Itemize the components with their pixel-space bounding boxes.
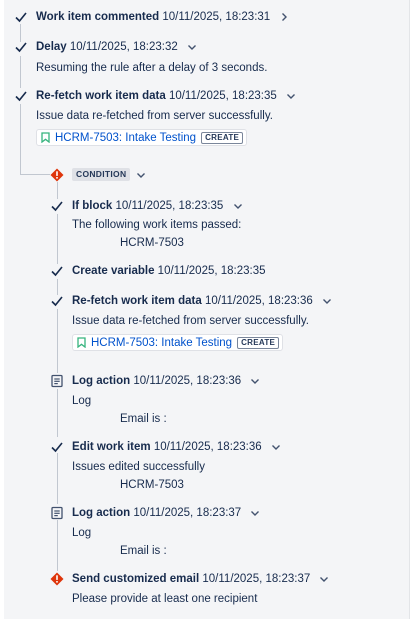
- status-badge: CREATE: [201, 131, 244, 144]
- chevron-down-icon[interactable]: [271, 442, 281, 452]
- entry-message: Please provide at least one recipient: [72, 593, 258, 605]
- entry-title: Create variable: [72, 265, 155, 277]
- check-icon: [51, 266, 63, 277]
- chevron-down-icon[interactable]: [286, 91, 296, 101]
- connector-line: [20, 56, 21, 88]
- issue-link-chip[interactable]: HCRM-7503: Intake Testing CREATE: [36, 129, 248, 146]
- entry-timestamp: 10/11/2025, 18:23:36: [204, 295, 313, 307]
- log-entry-header[interactable]: Send customized email 10/11/2025, 18:23:…: [72, 572, 329, 586]
- entry-title: Edit work item: [72, 441, 151, 453]
- log-entry-header[interactable]: Work item commented 10/11/2025, 18:23:31: [36, 10, 289, 24]
- chevron-down-icon[interactable]: [319, 574, 329, 584]
- connector-line: [20, 104, 21, 174]
- entry-message: Log: [72, 527, 92, 539]
- entry-detail: Email is :: [120, 545, 167, 557]
- log-entry-header[interactable]: Edit work item 10/11/2025, 18:23:36: [72, 440, 281, 454]
- entry-detail: HCRM-7503: [120, 479, 184, 491]
- chevron-down-icon[interactable]: [233, 201, 243, 211]
- log-entry-header[interactable]: Re-fetch work item data 10/11/2025, 18:2…: [72, 294, 332, 308]
- chevron-right-icon[interactable]: [279, 12, 289, 22]
- connector-line: [20, 174, 50, 175]
- entry-detail: HCRM-7503: [120, 237, 184, 249]
- entry-title: Send customized email: [72, 573, 200, 585]
- log-entry-header[interactable]: Delay 10/11/2025, 18:23:32: [36, 40, 197, 54]
- connector-line: [57, 279, 58, 295]
- connector-line: [57, 520, 58, 571]
- chevron-down-icon[interactable]: [250, 376, 260, 386]
- entry-timestamp: 10/11/2025, 18:23:37: [133, 507, 242, 519]
- entry-timestamp: 10/11/2025, 18:23:37: [202, 573, 311, 585]
- check-icon: [15, 12, 27, 23]
- check-icon: [51, 442, 63, 453]
- status-badge: CREATE: [237, 336, 280, 349]
- entry-message: Resuming the rule after a delay of 3 sec…: [36, 62, 268, 74]
- entry-title: If block: [72, 200, 113, 212]
- entry-message: Log: [72, 395, 92, 407]
- connector-line: [57, 389, 58, 437]
- entry-timestamp: 10/11/2025, 18:23:32: [69, 41, 178, 53]
- log-icon: [51, 506, 63, 520]
- chevron-down-icon[interactable]: [250, 508, 260, 518]
- entry-title: Log action: [72, 375, 131, 387]
- entry-timestamp: 10/11/2025, 18:23:36: [153, 441, 262, 453]
- entry-message: Issue data re-fetched from server succes…: [72, 315, 309, 327]
- issue-link[interactable]: HCRM-7503: Intake Testing: [91, 337, 232, 349]
- entry-title: Log action: [72, 507, 131, 519]
- connector-line: [57, 453, 58, 504]
- entry-timestamp: 10/11/2025, 18:23:35: [157, 265, 266, 277]
- check-icon: [51, 201, 63, 212]
- issue-link[interactable]: HCRM-7503: Intake Testing: [55, 132, 196, 144]
- bookmark-icon: [41, 132, 50, 143]
- entry-title: Re-fetch work item data: [36, 90, 166, 102]
- entry-message: Issue data re-fetched from server succes…: [36, 110, 273, 122]
- entry-title: Delay: [36, 41, 67, 53]
- chevron-down-icon[interactable]: [187, 42, 197, 52]
- condition-label: CONDITION: [72, 168, 131, 181]
- connector-line: [57, 182, 58, 199]
- chevron-down-icon[interactable]: [136, 170, 146, 180]
- log-icon: [51, 374, 63, 388]
- check-icon: [15, 91, 27, 102]
- connector-line: [57, 309, 58, 373]
- entry-detail: Email is :: [120, 413, 167, 425]
- entry-timestamp: 10/11/2025, 18:23:35: [168, 90, 277, 102]
- entry-title: Work item commented: [36, 11, 160, 23]
- entry-timestamp: 10/11/2025, 18:23:36: [133, 375, 242, 387]
- entry-message: The following work items passed:: [72, 219, 242, 231]
- check-icon: [15, 42, 27, 53]
- error-icon: [50, 572, 64, 586]
- log-entry-header[interactable]: If block 10/11/2025, 18:23:35: [72, 199, 243, 213]
- issue-link-chip[interactable]: HCRM-7503: Intake Testing CREATE: [72, 334, 284, 351]
- error-icon: [50, 168, 64, 182]
- entry-timestamp: 10/11/2025, 18:23:35: [115, 200, 224, 212]
- log-entry-header[interactable]: Re-fetch work item data 10/11/2025, 18:2…: [36, 89, 296, 103]
- log-entry-header[interactable]: Log action 10/11/2025, 18:23:37: [72, 506, 260, 520]
- entry-timestamp: 10/11/2025, 18:23:31: [162, 11, 271, 23]
- audit-log-panel: Work item commented 10/11/2025, 18:23:31…: [4, 0, 410, 619]
- log-entry-header[interactable]: Log action 10/11/2025, 18:23:36: [72, 374, 260, 388]
- connector-line: [57, 214, 58, 264]
- entry-title: Re-fetch work item data: [72, 295, 202, 307]
- log-entry-header[interactable]: Create variable 10/11/2025, 18:23:35: [72, 264, 266, 278]
- chevron-down-icon[interactable]: [322, 296, 332, 306]
- entry-message: Issues edited successfully: [72, 461, 205, 473]
- check-icon: [51, 296, 63, 307]
- bookmark-icon: [77, 337, 86, 348]
